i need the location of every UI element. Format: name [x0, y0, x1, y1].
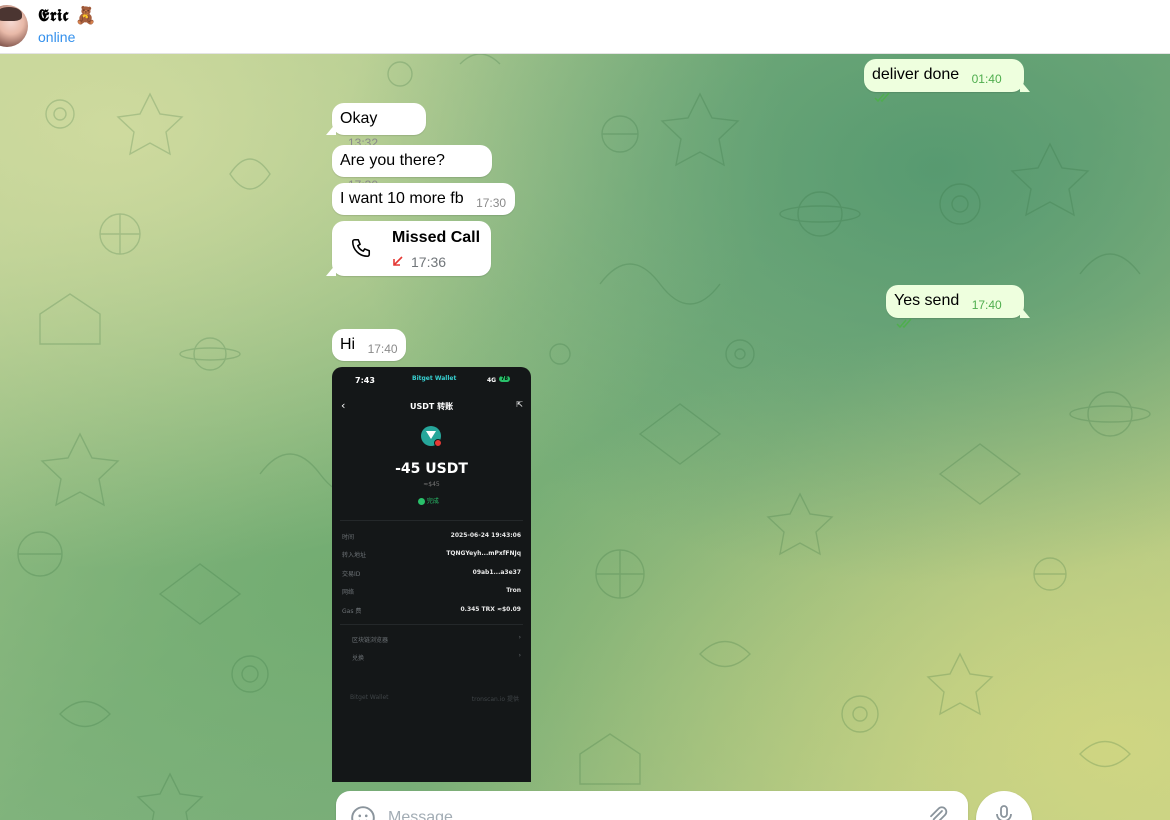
chat-header: 𝕰𝖗𝖎𝖈 🧸 online: [0, 0, 1170, 54]
message-text: deliver done: [872, 66, 960, 83]
background-doodles: [17, 54, 1151, 820]
divider: [340, 624, 523, 625]
detail-label: 交易ID: [342, 571, 361, 578]
swap-link[interactable]: 兑换: [352, 653, 364, 662]
phone-icon[interactable]: [350, 237, 372, 259]
detail-label: 转入地址: [342, 552, 367, 559]
message-time: 17:30: [476, 196, 507, 210]
message-incoming[interactable]: I want 10 more fb 17:30: [332, 183, 515, 215]
message-text: Yes send: [894, 292, 960, 309]
token-logo: [421, 426, 442, 447]
detail-value: 2025-06-24 19:43:06: [450, 532, 521, 539]
message-incoming[interactable]: Are you there? 17:30: [332, 145, 492, 192]
call-time: 17:36: [411, 254, 447, 270]
detail-label: Gas 费: [342, 608, 362, 615]
message-input[interactable]: Message: [388, 809, 453, 820]
detail-label: 时间: [342, 534, 355, 541]
explorer-link[interactable]: 区块链浏览器: [352, 635, 388, 644]
chevron-right-icon: ›: [518, 634, 521, 641]
smile-icon[interactable]: [350, 805, 376, 820]
detail-value: 0.345 TRX ≈$0.09: [460, 606, 521, 613]
status-text: 完成: [426, 498, 439, 505]
check-circle-icon: [418, 498, 425, 505]
missed-call-arrow-icon: [393, 256, 403, 266]
message-text: Hi: [340, 336, 356, 353]
message-composer: Message: [336, 791, 968, 820]
detail-value[interactable]: TQNGYeyh...mPxfFNJq: [446, 550, 521, 557]
contact-name[interactable]: 𝕰𝖗𝖎𝖈 🧸: [38, 6, 97, 26]
message-outgoing[interactable]: deliver done 01:40: [864, 59, 1024, 103]
network-label: 4G: [487, 377, 497, 384]
message-incoming[interactable]: Hi 17:40: [332, 329, 406, 361]
detail-label: 网络: [342, 589, 355, 596]
call-title: Missed Call: [392, 229, 481, 246]
wallet-brand: Bitget Wallet: [412, 375, 457, 382]
doodle-pattern: [17, 54, 1151, 820]
message-text: I want 10 more fb: [340, 190, 464, 207]
avatar[interactable]: [0, 5, 28, 47]
paperclip-icon[interactable]: [926, 805, 950, 820]
detail-value: Tron: [506, 587, 521, 594]
fiat-amount: ≈$45: [423, 481, 440, 488]
double-check-icon: [896, 318, 912, 329]
status-time: 7:43: [355, 376, 375, 385]
message-time: 01:40: [971, 72, 1002, 86]
chevron-right-icon: ›: [518, 652, 521, 659]
missed-call-message[interactable]: Missed Call 17:36: [332, 221, 491, 276]
contact-status: online: [38, 29, 76, 45]
chat-background: deliver done 01:40 Okay 13:32 Are you th…: [0, 54, 1170, 820]
message-incoming[interactable]: Okay 13:32: [332, 103, 426, 150]
message-time: 17:40: [367, 342, 398, 356]
message-outgoing[interactable]: Yes send 17:40: [886, 285, 1024, 329]
microphone-icon: [996, 805, 1012, 820]
transfer-amount: -45 USDT: [395, 461, 468, 477]
back-icon[interactable]: ‹: [341, 399, 345, 412]
divider: [340, 520, 523, 521]
message-time: 17:40: [971, 298, 1002, 312]
footer-brand: Bitget Wallet: [350, 694, 389, 701]
message-text: Okay: [340, 110, 378, 127]
share-icon[interactable]: ⇱: [516, 400, 523, 409]
detail-value[interactable]: 09ab1...a3e37: [473, 569, 521, 576]
status-badge: 完成: [418, 496, 439, 505]
footer-source: tronscan.io 提供: [471, 696, 519, 703]
attached-image[interactable]: 7:43 Bitget Wallet 4G 78 ‹ USDT 转账 ⇱ -45…: [332, 367, 531, 782]
screen-title: USDT 转账: [410, 402, 454, 411]
battery-level: 78: [499, 376, 510, 382]
message-text: Are you there?: [340, 152, 445, 169]
double-check-icon: [874, 92, 890, 103]
